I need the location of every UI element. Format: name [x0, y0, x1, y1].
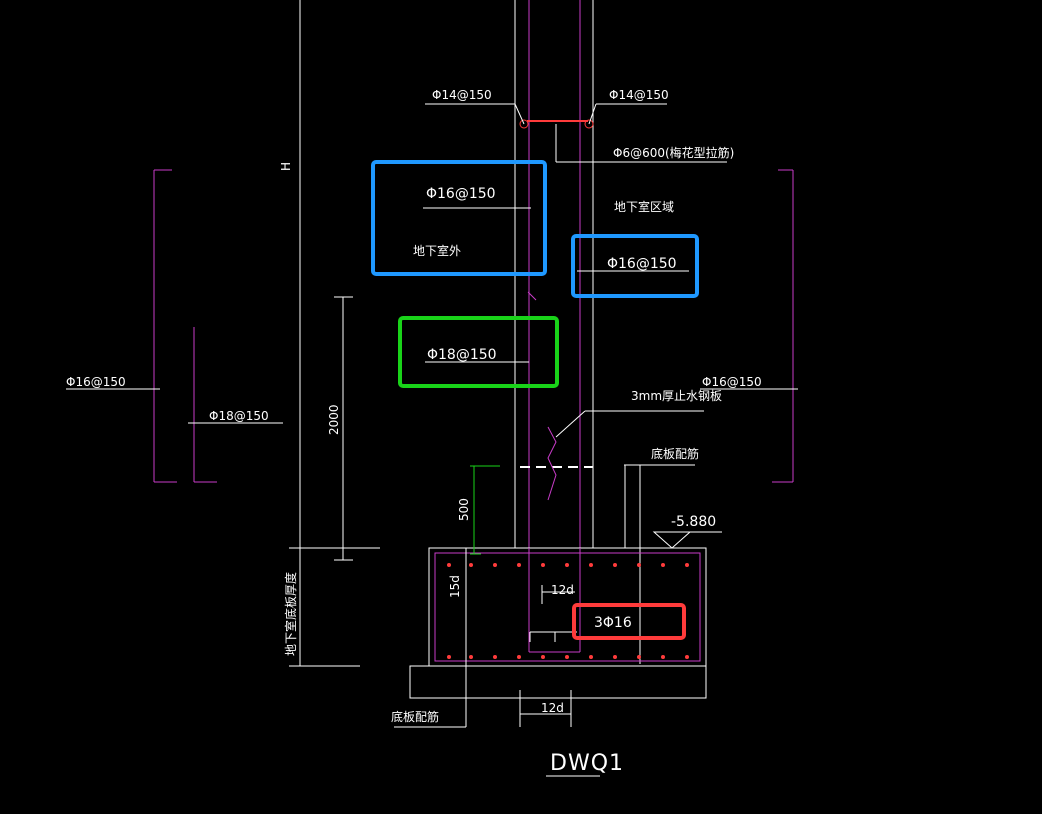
- dimension-2000-label: 2000: [327, 404, 341, 435]
- waterstop-label: 3mm厚止水钢板: [631, 389, 722, 403]
- underground-area-label: 地下室区域: [614, 199, 674, 214]
- dimension-15d-label: 15d: [448, 575, 462, 598]
- phi16-left-label: Φ16@150: [66, 375, 126, 389]
- outer-phi16-label: Φ16@150: [426, 186, 496, 202]
- phi18-label: Φ18@150: [427, 347, 497, 363]
- inner-phi16-label: Φ16@150: [607, 256, 677, 272]
- dimension-500-label: 500: [457, 498, 471, 521]
- phi18-left-label: Φ18@150: [209, 409, 269, 423]
- drawing-title: DWQ1: [550, 751, 624, 776]
- phi6-tie-label: Φ6@600(梅花型拉筋): [613, 145, 734, 160]
- bottom-slab-rebar-top-label: 底板配筋: [651, 446, 699, 461]
- three-phi16-label: 3Φ16: [594, 615, 632, 631]
- upper-12d-label: 12d: [551, 583, 574, 597]
- bottom-slab-rebar-bottom-label: 底板配筋: [391, 709, 439, 724]
- elevation-label: -5.880: [671, 514, 716, 530]
- outside-basement-label: 地下室外: [413, 243, 461, 258]
- phi14-right-label: Φ14@150: [609, 88, 669, 102]
- phi16-right-label: Φ16@150: [702, 375, 762, 389]
- basement-floor-depth-label: 地下室底板厚度: [283, 572, 298, 656]
- lower-12d-label: 12d: [541, 701, 564, 715]
- h-axis-label: H: [279, 162, 293, 171]
- phi14-left-label: Φ14@150: [432, 88, 492, 102]
- cad-drawing-canvas: Φ14@150 Φ14@150 Φ6@600(梅花型拉筋) 地下室区域 Φ16@…: [0, 0, 1042, 814]
